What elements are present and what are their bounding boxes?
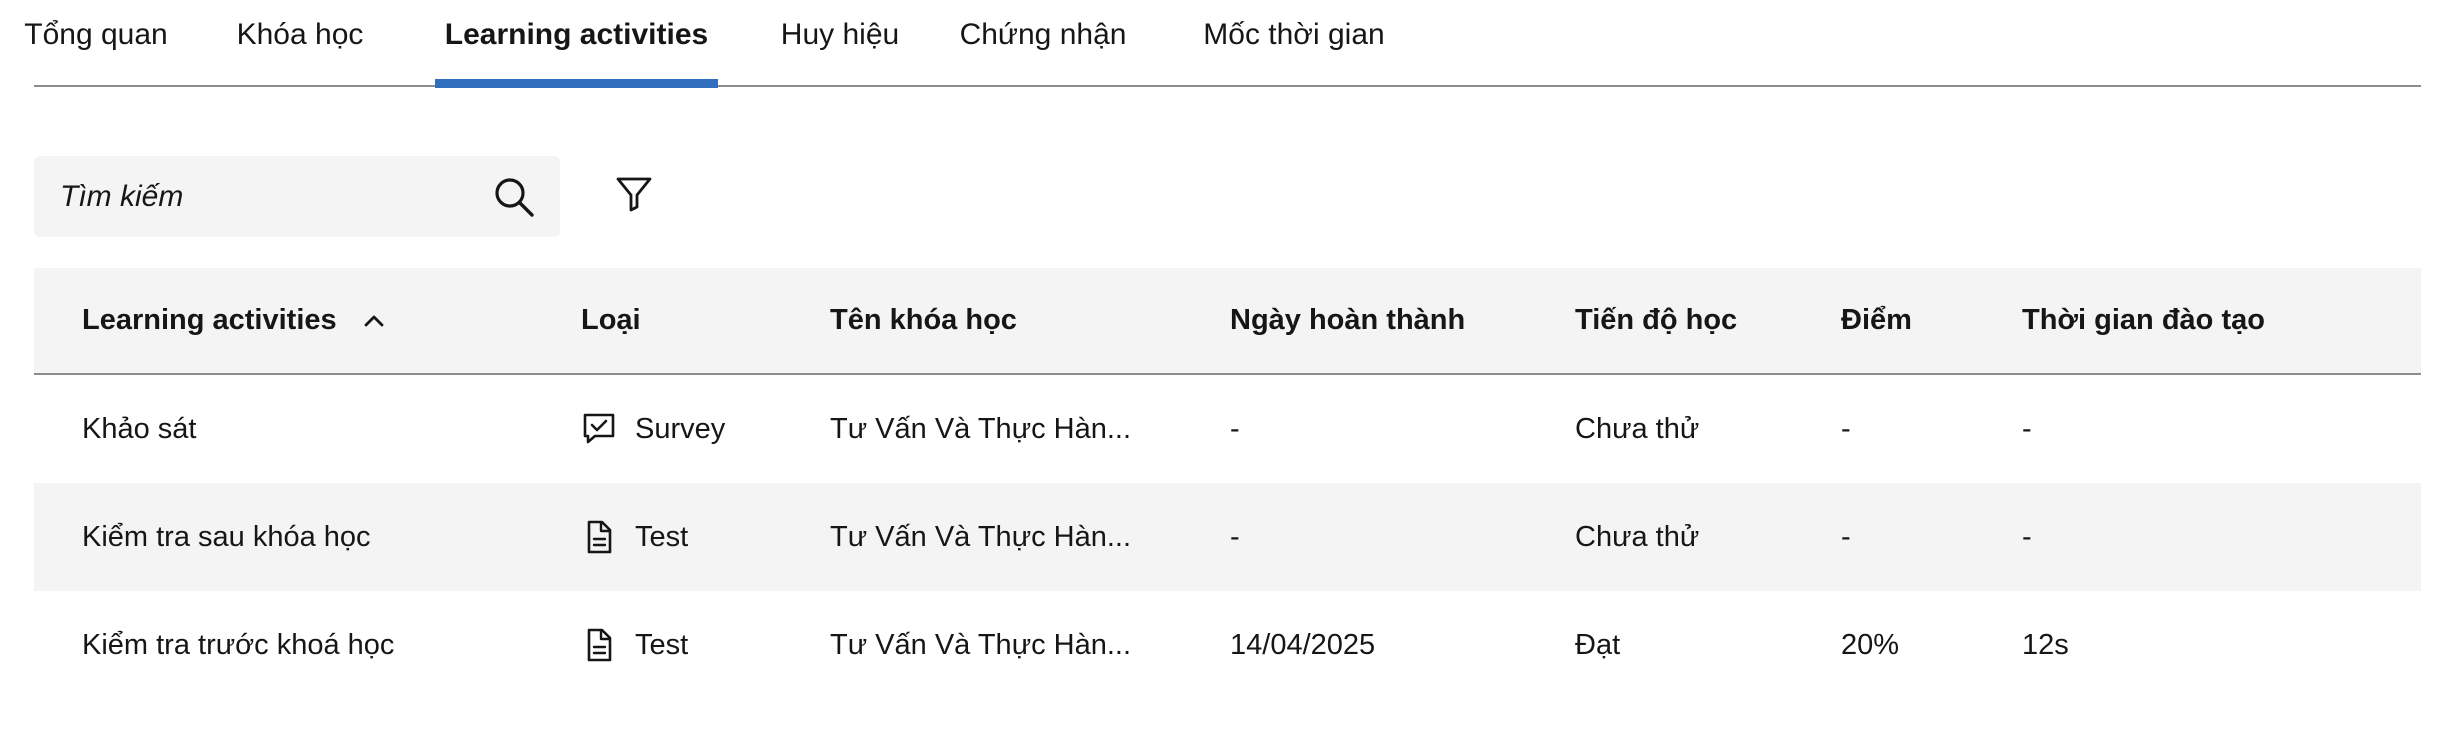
cell-training-time: - [2022,412,2032,445]
column-header-training-time[interactable]: Thời gian đào tạo [2022,268,2265,373]
cell-activity[interactable]: Khảo sát [82,375,196,483]
column-header-course[interactable]: Tên khóa học [830,268,1017,373]
tab-label: Tổng quan [24,18,168,51]
cell-completed-date: 14/04/2025 [1230,628,1376,661]
cell-type: Survey [581,375,725,483]
cell-progress: Đạt [1575,628,1621,661]
cell-completed-date: - [1230,412,1240,445]
tab-label: Huy hiệu [780,18,900,51]
table-header: Learning activities Loại Tên khóa học Ng… [34,268,2421,375]
tab-label: Mốc thời gian [1203,18,1385,51]
column-header-activity[interactable]: Learning activities [82,268,387,373]
cell-score: - [1841,412,1851,445]
cell-activity[interactable]: Kiểm tra sau khóa học [82,483,371,591]
document-icon [587,628,612,662]
cell-course: Tư Vấn Và Thực Hàn... [830,520,1132,553]
column-header-label: Tiến độ học [1575,304,1738,336]
column-header-label: Thời gian đào tạo [2022,304,2265,336]
tab-label: Chứng nhận [959,18,1127,51]
cell-score: 20% [1841,628,1900,661]
survey-icon [583,413,615,444]
column-header-type[interactable]: Loại [581,268,641,373]
column-header-label: Tên khóa học [830,304,1017,336]
column-header-label: Điểm [1841,304,1912,336]
filter-icon[interactable] [614,174,654,214]
chevron-up-icon[interactable] [361,308,387,334]
tab-courses[interactable]: Khóa học [230,0,370,85]
cell-training-time: 12s [2022,628,2069,661]
column-header-progress[interactable]: Tiến độ học [1575,268,1737,373]
search-input[interactable] [60,156,480,237]
table-row[interactable]: Kiểm tra sau khóa học Test Tư Vấn Và Thự… [34,483,2421,591]
document-icon [587,520,612,554]
table-row[interactable]: Kiểm tra trước khoá học Test Tư Vấn Và T… [34,591,2421,699]
column-header-score[interactable]: Điểm [1841,268,1912,373]
cell-activity[interactable]: Kiểm tra trước khoá học [82,591,394,699]
column-header-completed-date[interactable]: Ngày hoàn thành [1230,268,1465,373]
cell-progress: Chưa thử [1575,520,1700,553]
tab-timeline[interactable]: Mốc thời gian [1182,0,1406,85]
cell-type-label: Test [635,628,689,661]
cell-score: - [1841,520,1851,553]
tab-overview[interactable]: Tổng quan [24,0,167,85]
column-header-label: Ngày hoàn thành [1230,304,1466,336]
table-row[interactable]: Khảo sát Survey Tư Vấn Và Thực Hàn... - … [34,375,2421,483]
column-header-label: Learning activities [82,304,337,336]
cell-progress: Chưa thử [1575,412,1700,445]
tab-bar: Tổng quan Khóa học Learning activities H… [24,0,2421,88]
cell-completed-date: - [1230,520,1240,553]
cell-type-label: Survey [635,412,726,445]
tab-badges[interactable]: Huy hiệu [770,0,910,85]
tab-label: Khóa học [236,18,364,51]
search-icon[interactable] [492,175,536,219]
cell-course: Tư Vấn Và Thực Hàn... [830,412,1132,445]
tab-label: Learning activities [444,18,709,51]
learning-activities-table: Learning activities Loại Tên khóa học Ng… [34,268,2421,699]
column-header-label: Loại [581,304,641,336]
tab-learning-activities[interactable]: Learning activities [435,0,718,88]
cell-type: Test [581,483,688,591]
search-box [34,156,560,237]
cell-course: Tư Vấn Và Thực Hàn... [830,628,1132,661]
cell-type: Test [581,591,688,699]
cell-training-time: - [2022,520,2032,553]
cell-type-label: Test [635,520,689,553]
tab-certificates[interactable]: Chứng nhận [954,0,1132,85]
